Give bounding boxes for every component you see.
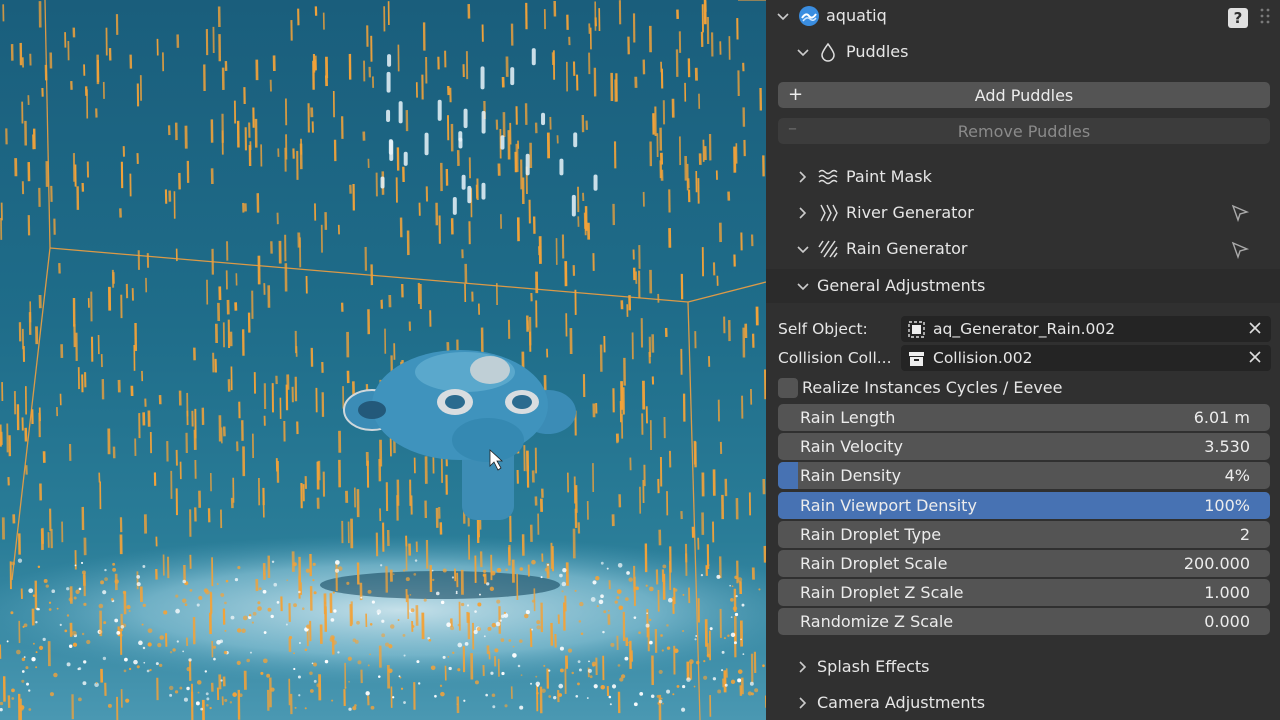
collision-collection-field[interactable]: Collision.002 (901, 345, 1271, 371)
general-adjustments-label: General Adjustments (817, 276, 986, 295)
chevron-down-icon[interactable] (776, 10, 790, 24)
slider-label: Rain Droplet Z Scale (800, 583, 964, 603)
slider-rain-viewport-density[interactable]: Rain Viewport Density 100% (778, 491, 1270, 519)
slider-label: Rain Droplet Scale (800, 554, 948, 573)
slider-rain-droplet-z-scale[interactable]: Rain Droplet Z Scale 1.000 (778, 579, 1270, 607)
chevron-down-icon[interactable] (796, 243, 810, 257)
chevron-down-icon[interactable] (796, 280, 810, 294)
slider-value: 6.01 m (1193, 408, 1250, 427)
chevron-down-icon[interactable] (796, 46, 810, 60)
chevron-right-icon[interactable] (796, 696, 810, 710)
collection-icon (909, 352, 924, 366)
general-adjustments-panel-header[interactable]: General Adjustments (766, 269, 1280, 303)
realize-instances-label: Realize Instances Cycles / Eevee (802, 378, 1063, 397)
chevron-right-icon[interactable] (796, 206, 810, 220)
self-object-label: Self Object: (778, 320, 868, 338)
river-generator-panel-header[interactable]: River Generator (766, 199, 1280, 227)
chevron-right-icon[interactable] (796, 170, 810, 184)
slider-label: Rain Velocity (800, 437, 904, 457)
waves-icon (818, 169, 838, 185)
3d-viewport[interactable] (0, 0, 766, 720)
river-generator-label: River Generator (846, 203, 974, 222)
slider-label: Randomize Z Scale (800, 612, 954, 632)
paint-mask-panel-header[interactable]: Paint Mask (766, 163, 1280, 191)
help-icon[interactable]: ? (1228, 8, 1248, 28)
slider-fill (778, 462, 798, 490)
slider-randomize-z-scale[interactable]: Randomize Z Scale 0.000 (778, 608, 1270, 636)
rain-generator-label: Rain Generator (846, 239, 968, 258)
select-cursor-icon[interactable] (1230, 203, 1250, 223)
slider-label: Rain Length (800, 408, 896, 427)
self-object-value: aq_Generator_Rain.002 (933, 320, 1116, 338)
puddles-panel-header[interactable]: Puddles (766, 38, 1280, 66)
slider-value: 100% (1204, 495, 1250, 515)
slider-rain-droplet-scale[interactable]: Rain Droplet Scale 200.000 (778, 550, 1270, 577)
realize-instances-checkbox[interactable] (778, 378, 798, 398)
slider-rain-velocity[interactable]: Rain Velocity 3.530 (778, 433, 1270, 461)
slider-rain-density[interactable]: Rain Density 4% (778, 462, 1270, 490)
droplet-icon (821, 42, 835, 62)
puddles-label: Puddles (846, 42, 909, 61)
minus-icon: – (788, 118, 797, 139)
slider-rain-length[interactable]: Rain Length 6.01 m (778, 404, 1270, 431)
aquatiq-logo-icon (799, 6, 819, 26)
viewport-scene (0, 0, 766, 720)
slider-label: Rain Viewport Density (800, 495, 977, 515)
remove-puddles-button[interactable]: – Remove Puddles (778, 118, 1270, 144)
slider-rain-droplet-type[interactable]: Rain Droplet Type 2 (778, 520, 1270, 548)
remove-puddles-label: Remove Puddles (957, 121, 1091, 141)
add-puddles-label: Add Puddles (974, 85, 1074, 105)
clear-icon[interactable] (1247, 349, 1263, 365)
clear-icon[interactable] (1247, 320, 1263, 336)
slider-label: Rain Droplet Type (800, 524, 942, 544)
select-cursor-icon[interactable] (1230, 240, 1250, 260)
slider-value: 3.530 (1204, 437, 1250, 457)
rain-icon (818, 240, 838, 258)
slider-label: Rain Density (800, 466, 902, 486)
object-icon (908, 321, 925, 338)
slider-value: 200.000 (1183, 554, 1250, 573)
camera-adjustments-label: Camera Adjustments (817, 693, 986, 712)
splash-effects-panel-header[interactable]: Splash Effects (766, 653, 1280, 681)
collision-collection-label: Collision Coll... (778, 349, 892, 367)
addon-title: aquatiq (826, 6, 887, 25)
chevron-right-icon[interactable] (796, 660, 810, 674)
splash-effects-label: Splash Effects (817, 657, 930, 676)
rain-generator-panel-header[interactable]: Rain Generator (766, 235, 1280, 263)
addon-header[interactable]: aquatiq ? (766, 2, 1280, 30)
paint-mask-label: Paint Mask (846, 167, 932, 186)
ground-splash (0, 535, 766, 685)
self-object-field[interactable]: aq_Generator_Rain.002 (901, 316, 1271, 342)
slider-value: 1.000 (1204, 583, 1250, 603)
collision-collection-value: Collision.002 (933, 349, 1033, 367)
camera-adjustments-panel-header[interactable]: Camera Adjustments (766, 689, 1280, 717)
add-puddles-button[interactable]: + Add Puddles (778, 82, 1270, 108)
plus-icon: + (788, 84, 804, 105)
white-droplets (380, 48, 598, 217)
river-icon (820, 204, 838, 222)
drag-handle-icon[interactable] (1258, 6, 1272, 30)
suzanne-mesh (343, 350, 576, 520)
ground-shadow (320, 571, 560, 599)
slider-value: 0.000 (1204, 612, 1250, 632)
properties-panel: aquatiq ? Puddles + Add Puddles – Remove… (766, 0, 1280, 720)
slider-value: 4% (1224, 466, 1250, 486)
slider-value: 2 (1239, 524, 1250, 544)
